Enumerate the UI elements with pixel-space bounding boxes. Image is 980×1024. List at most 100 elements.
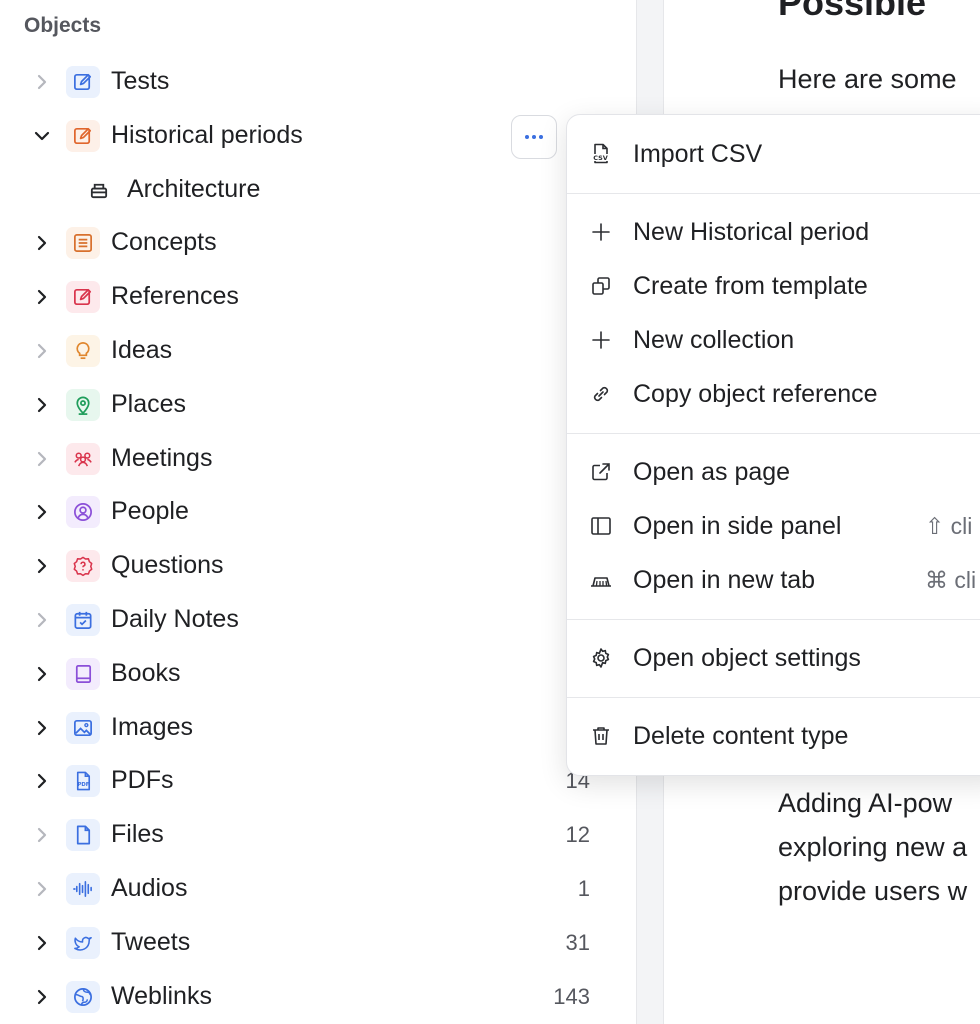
svg-text:CSV: CSV [593, 154, 608, 162]
sidebar-item[interactable]: Images3 [0, 701, 620, 755]
chevron-right-icon[interactable] [30, 767, 54, 795]
menu-item[interactable]: Copy object reference [567, 367, 980, 421]
sidebar-item[interactable]: Audios 1 [0, 862, 620, 916]
chevron-right-icon[interactable] [30, 391, 54, 419]
sidebar-item[interactable]: Ideas [0, 324, 620, 378]
menu-item-label: Import CSV [633, 140, 763, 168]
sidebar-item-label: Images [111, 712, 193, 741]
sidebar-item-label: Ideas [111, 336, 173, 364]
menu-item[interactable]: Create from template [567, 259, 980, 313]
link-icon [589, 382, 613, 406]
menu-item-label: Create from template [633, 272, 868, 300]
sidebar-item-label: Concepts [111, 228, 217, 257]
chevron-down-icon[interactable] [30, 122, 54, 150]
more-options-button[interactable] [511, 115, 557, 159]
archive-icon [90, 183, 108, 198]
chevron-right-icon[interactable] [30, 498, 54, 526]
person-icon [74, 503, 92, 522]
plus-icon [592, 223, 610, 241]
doc-line: Adding AI-pow [778, 788, 953, 818]
sidebar-item[interactable]: Daily Notes3 [0, 593, 620, 647]
menu-item[interactable]: Open in side panel ⇧ cli [567, 499, 980, 553]
menu-item-label: New Historical period [633, 218, 870, 246]
sidebar-item-label: People [111, 497, 189, 526]
menu-item[interactable]: New Historical period [567, 205, 980, 259]
sidebar-item-label: Questions [111, 551, 224, 580]
menu-item-label: Open as page [633, 458, 791, 486]
sidebar-item-label: Historical periods [111, 120, 303, 149]
chevron-right-icon[interactable] [30, 337, 54, 365]
sidebar-item[interactable]: References [0, 270, 620, 324]
sidebar-item[interactable]: Weblinks 143 [0, 970, 620, 1024]
pin-icon [66, 388, 100, 421]
context-menu: CSV Import CSV New Historical period Create… [566, 114, 980, 776]
sidebar-item-label: Audios [111, 874, 188, 902]
sidebar-item[interactable]: Files 12 [0, 808, 620, 862]
objects-sidebar: Objects Tests Historical periods Architect… [0, 0, 636, 1024]
audio-icon [66, 873, 100, 905]
chevron-right-icon[interactable] [30, 875, 54, 903]
menu-separator [567, 697, 980, 698]
svg-text:PDF: PDF [78, 783, 90, 789]
item-count: 12 [565, 822, 590, 848]
chevron-right-icon[interactable] [30, 821, 54, 849]
book-icon [75, 664, 92, 683]
chevron-right-icon[interactable] [30, 445, 54, 473]
sidebar-item-label: Books [111, 658, 181, 687]
gear-icon [592, 648, 610, 668]
sidebar-item[interactable]: Tests [0, 55, 620, 109]
bulb-icon [76, 342, 90, 360]
menu-item[interactable]: Open as page [567, 445, 980, 499]
pdf-icon: PDF [66, 765, 100, 798]
chevron-right-icon[interactable] [30, 606, 54, 634]
chevron-right-icon[interactable] [30, 229, 54, 257]
pin-icon [76, 396, 90, 415]
trash-icon [593, 727, 609, 745]
chevron-right-icon[interactable] [30, 714, 54, 742]
tab-icon [589, 568, 613, 592]
chevron-right-icon[interactable] [30, 68, 54, 96]
copy-icon [589, 274, 613, 298]
file-icon [66, 819, 100, 852]
image-icon [74, 719, 92, 736]
sidebar-item[interactable]: Books [0, 647, 620, 701]
file-icon [76, 825, 91, 845]
item-count: 1 [577, 876, 590, 901]
menu-item-label: Delete content type [633, 722, 849, 750]
chevron-right-icon[interactable] [30, 283, 54, 311]
chevron-right-icon[interactable] [30, 660, 54, 688]
chevron-right-icon[interactable] [30, 552, 54, 580]
bulb-icon [66, 335, 100, 367]
sidebar-item[interactable]: Places [0, 378, 620, 432]
sidebar-item[interactable]: Tweets 31 [0, 916, 620, 970]
menu-item-shortcut: ⇧ cli [925, 513, 973, 539]
menu-separator [567, 193, 980, 194]
menu-item[interactable]: Open object settings [567, 631, 980, 685]
item-count: 143 [553, 983, 590, 1009]
menu-item[interactable]: Delete content type [567, 709, 980, 763]
sidebar-item-label: PDFs [111, 766, 174, 795]
sidebar-item[interactable]: Questions [0, 539, 620, 593]
chevron-right-icon[interactable] [30, 983, 54, 1011]
people-icon [74, 452, 92, 467]
people-icon [66, 442, 100, 475]
sidebar-item[interactable]: Concepts [0, 216, 620, 270]
sidebar-item-label: References [111, 282, 239, 311]
sidebar-item[interactable]: Meetings [0, 432, 620, 486]
item-count: 31 [565, 929, 590, 955]
menu-item[interactable]: CSV Import CSV [567, 127, 980, 181]
sidebar-item[interactable]: People [0, 485, 620, 539]
question-icon [73, 556, 93, 577]
pdf-icon: PDF [76, 771, 91, 791]
image-icon [66, 711, 100, 744]
sidebar-item[interactable]: Architecture [0, 163, 620, 217]
menu-separator [567, 619, 980, 620]
doc-line: exploring new a [778, 832, 968, 862]
sidebar-item[interactable]: PDF PDFs 14 [0, 754, 620, 808]
sidebar-item-label: Meetings [111, 443, 213, 472]
chevron-right-icon[interactable] [30, 929, 54, 957]
sidebar-item-label: Tweets [111, 927, 191, 956]
menu-item[interactable]: New collection [567, 313, 980, 367]
menu-item[interactable]: Open in new tab ⌘ cli [567, 553, 980, 607]
person-icon [66, 496, 100, 529]
